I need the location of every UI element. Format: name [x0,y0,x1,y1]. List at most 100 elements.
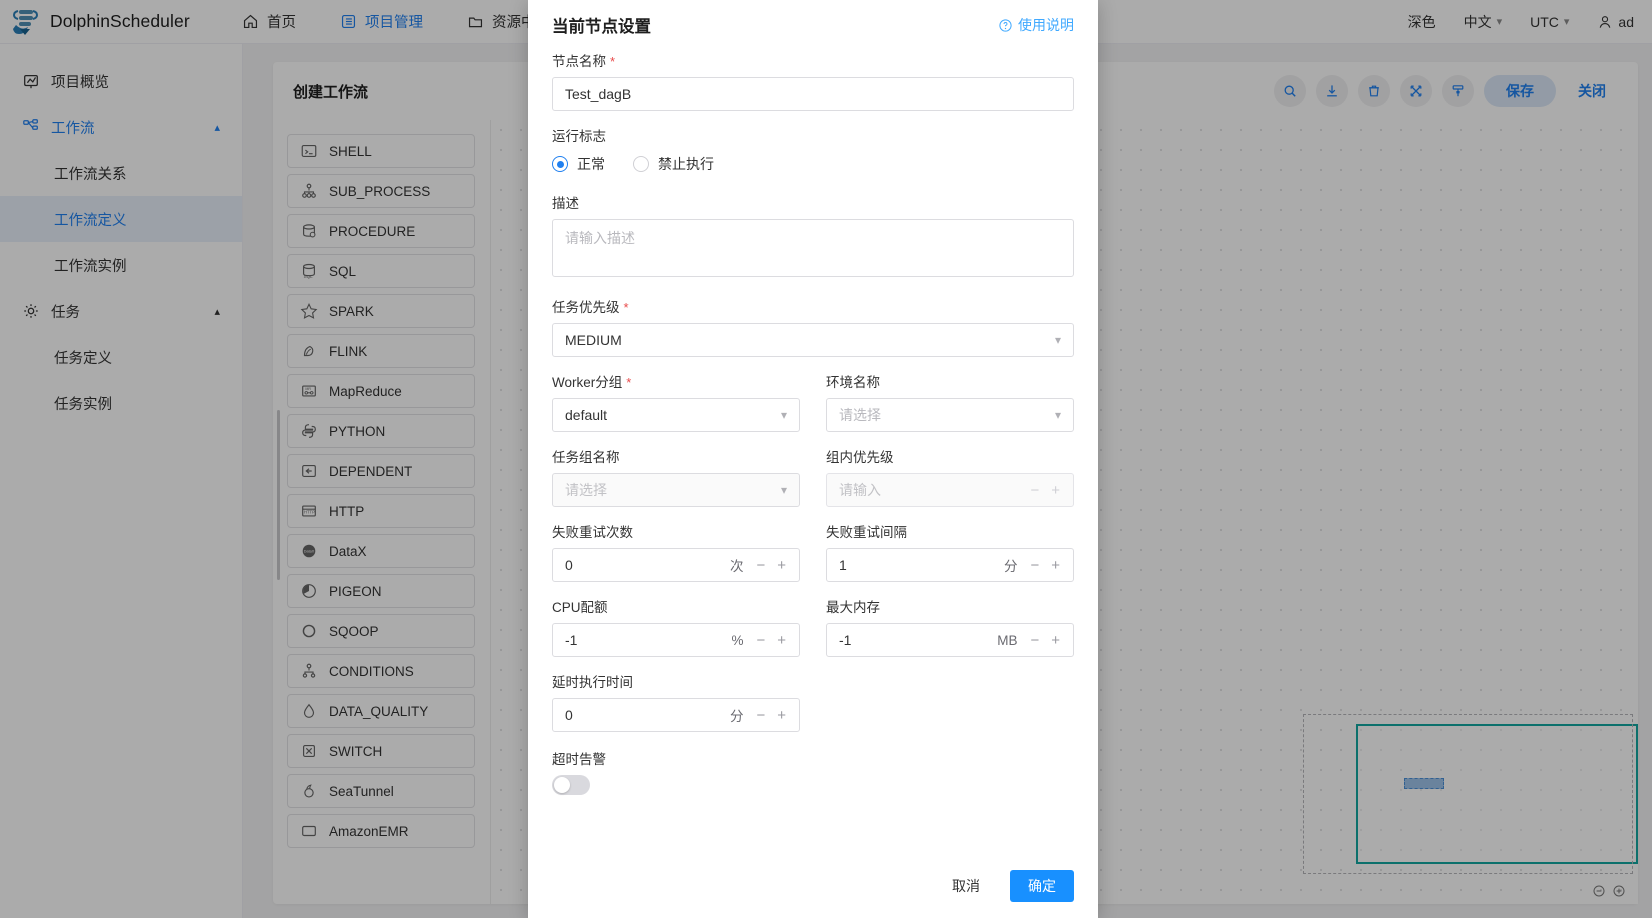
failure-retry-times-value: 0 [565,557,573,573]
radio-selected-icon [552,156,568,172]
stepper-plus-icon[interactable]: + [1048,632,1063,649]
field-worker-group: Worker分组 * default ▾ [552,371,800,432]
failure-retry-interval-label: 失败重试间隔 [826,525,907,540]
node-name-label: 节点名称 * [552,50,1074,70]
worker-group-select[interactable]: default ▾ [552,398,800,432]
field-run-flag: 运行标志 正常 禁止执行 [552,125,1074,176]
field-task-group-priority: 组内优先级 请输入 − + [826,446,1074,507]
field-task-priority: 任务优先级 * MEDIUM ▾ [552,296,1074,357]
required-marker: * [610,54,616,69]
worker-group-label: Worker分组 * [552,371,800,391]
field-environment-name: 环境名称 请选择 ▾ [826,371,1074,432]
cancel-button[interactable]: 取消 [936,870,996,902]
chevron-down-icon: ▾ [1054,408,1061,422]
field-cpu-quota: CPU配额 -1 % − + [552,596,800,657]
node-name-input[interactable] [552,77,1074,111]
row-task-group: 任务组名称 请选择 ▾ 组内优先级 请输入 − + [552,446,1074,507]
max-memory-label: 最大内存 [826,600,880,615]
stepper-minus-icon[interactable]: − [753,557,768,574]
row-worker-environment: Worker分组 * default ▾ 环境名称 请选择 ▾ [552,371,1074,432]
task-priority-value: MEDIUM [565,332,622,348]
stepper-plus-icon[interactable]: + [774,632,789,649]
failure-retry-times-label: 失败重试次数 [552,525,633,540]
modal-header: 当前节点设置 使用说明 [528,0,1098,50]
radio-run-flag-normal-label: 正常 [577,156,605,172]
field-description: 描述 [552,192,1074,282]
worker-group-value: default [565,407,608,423]
chevron-down-icon: ▾ [780,408,787,422]
run-flag-label: 运行标志 [552,129,606,144]
failure-retry-interval-unit: 分 [1003,559,1018,574]
delay-execution-time-stepper[interactable]: 0 分 − + [552,698,800,732]
delay-execution-time-value: 0 [565,707,573,723]
cpu-quota-label: CPU配额 [552,600,608,615]
modal-title: 当前节点设置 [552,18,651,36]
max-memory-unit: MB [997,632,1018,648]
max-memory-stepper[interactable]: -1 MB − + [826,623,1074,657]
task-priority-label-text: 任务优先级 [552,300,620,315]
cpu-quota-unit: % [731,632,744,648]
required-marker: * [623,300,629,315]
delay-spacer [826,671,1074,732]
cpu-quota-stepper[interactable]: -1 % − + [552,623,800,657]
confirm-button[interactable]: 确定 [1010,870,1074,902]
modal-footer: 取消 确定 [528,854,1098,918]
modal-body: 节点名称 * 运行标志 正常 禁止执行 描述 [528,50,1098,854]
node-name-label-text: 节点名称 [552,54,606,69]
cpu-quota-value: -1 [565,632,578,648]
failure-retry-times-unit: 次 [729,559,744,574]
field-task-group-name: 任务组名称 请选择 ▾ [552,446,800,507]
help-link-label: 使用说明 [1018,17,1074,33]
field-timeout-alarm: 超时告警 [552,748,1074,795]
radio-run-flag-forbidden[interactable]: 禁止执行 [633,154,714,174]
description-textarea[interactable] [552,219,1074,277]
task-group-priority-placeholder: 请输入 [839,482,881,498]
stepper-plus-icon[interactable]: + [774,557,789,574]
stepper-minus-icon[interactable]: − [1027,482,1042,499]
max-memory-value: -1 [839,632,852,648]
stepper-plus-icon[interactable]: + [1048,557,1063,574]
radio-unselected-icon [633,156,649,172]
chevron-down-icon: ▾ [780,483,787,497]
node-settings-modal: 当前节点设置 使用说明 节点名称 * 运行标志 正常 [528,0,1098,918]
chevron-down-icon: ▾ [1054,333,1061,347]
run-flag-radio-group: 正常 禁止执行 [552,152,1074,176]
stepper-minus-icon[interactable]: − [1027,557,1042,574]
environment-name-placeholder: 请选择 [839,407,881,423]
row-resources: CPU配额 -1 % − + 最大内存 -1 MB − + [552,596,1074,657]
timeout-alarm-toggle[interactable] [552,775,590,795]
row-retry: 失败重试次数 0 次 − + 失败重试间隔 1 分 − + [552,521,1074,582]
environment-name-select[interactable]: 请选择 ▾ [826,398,1074,432]
task-group-name-label: 任务组名称 [552,450,620,465]
stepper-minus-icon[interactable]: − [1027,632,1042,649]
field-max-memory: 最大内存 -1 MB − + [826,596,1074,657]
stepper-minus-icon[interactable]: − [753,632,768,649]
stepper-minus-icon[interactable]: − [753,707,768,724]
help-link[interactable]: 使用说明 [998,15,1074,35]
task-priority-select[interactable]: MEDIUM ▾ [552,323,1074,357]
task-group-priority-label: 组内优先级 [826,450,894,465]
worker-group-label-text: Worker分组 [552,375,623,390]
radio-run-flag-normal[interactable]: 正常 [552,154,605,174]
row-delay: 延时执行时间 0 分 − + [552,671,1074,732]
required-marker: * [626,375,632,390]
delay-execution-time-label: 延时执行时间 [552,675,633,690]
field-failure-retry-times: 失败重试次数 0 次 − + [552,521,800,582]
field-delay-execution-time: 延时执行时间 0 分 − + [552,671,800,732]
field-node-name: 节点名称 * [552,50,1074,111]
environment-name-label: 环境名称 [826,375,880,390]
failure-retry-interval-stepper[interactable]: 1 分 − + [826,548,1074,582]
timeout-alarm-label: 超时告警 [552,752,606,767]
task-priority-label: 任务优先级 * [552,296,1074,316]
description-label: 描述 [552,196,579,211]
task-group-name-select[interactable]: 请选择 ▾ [552,473,800,507]
delay-execution-time-unit: 分 [729,709,744,724]
stepper-plus-icon[interactable]: + [1048,482,1063,499]
radio-run-flag-forbidden-label: 禁止执行 [658,156,714,172]
field-failure-retry-interval: 失败重试间隔 1 分 − + [826,521,1074,582]
stepper-plus-icon[interactable]: + [774,707,789,724]
failure-retry-interval-value: 1 [839,557,847,573]
task-group-priority-stepper[interactable]: 请输入 − + [826,473,1074,507]
failure-retry-times-stepper[interactable]: 0 次 − + [552,548,800,582]
help-circle-icon [998,18,1013,33]
